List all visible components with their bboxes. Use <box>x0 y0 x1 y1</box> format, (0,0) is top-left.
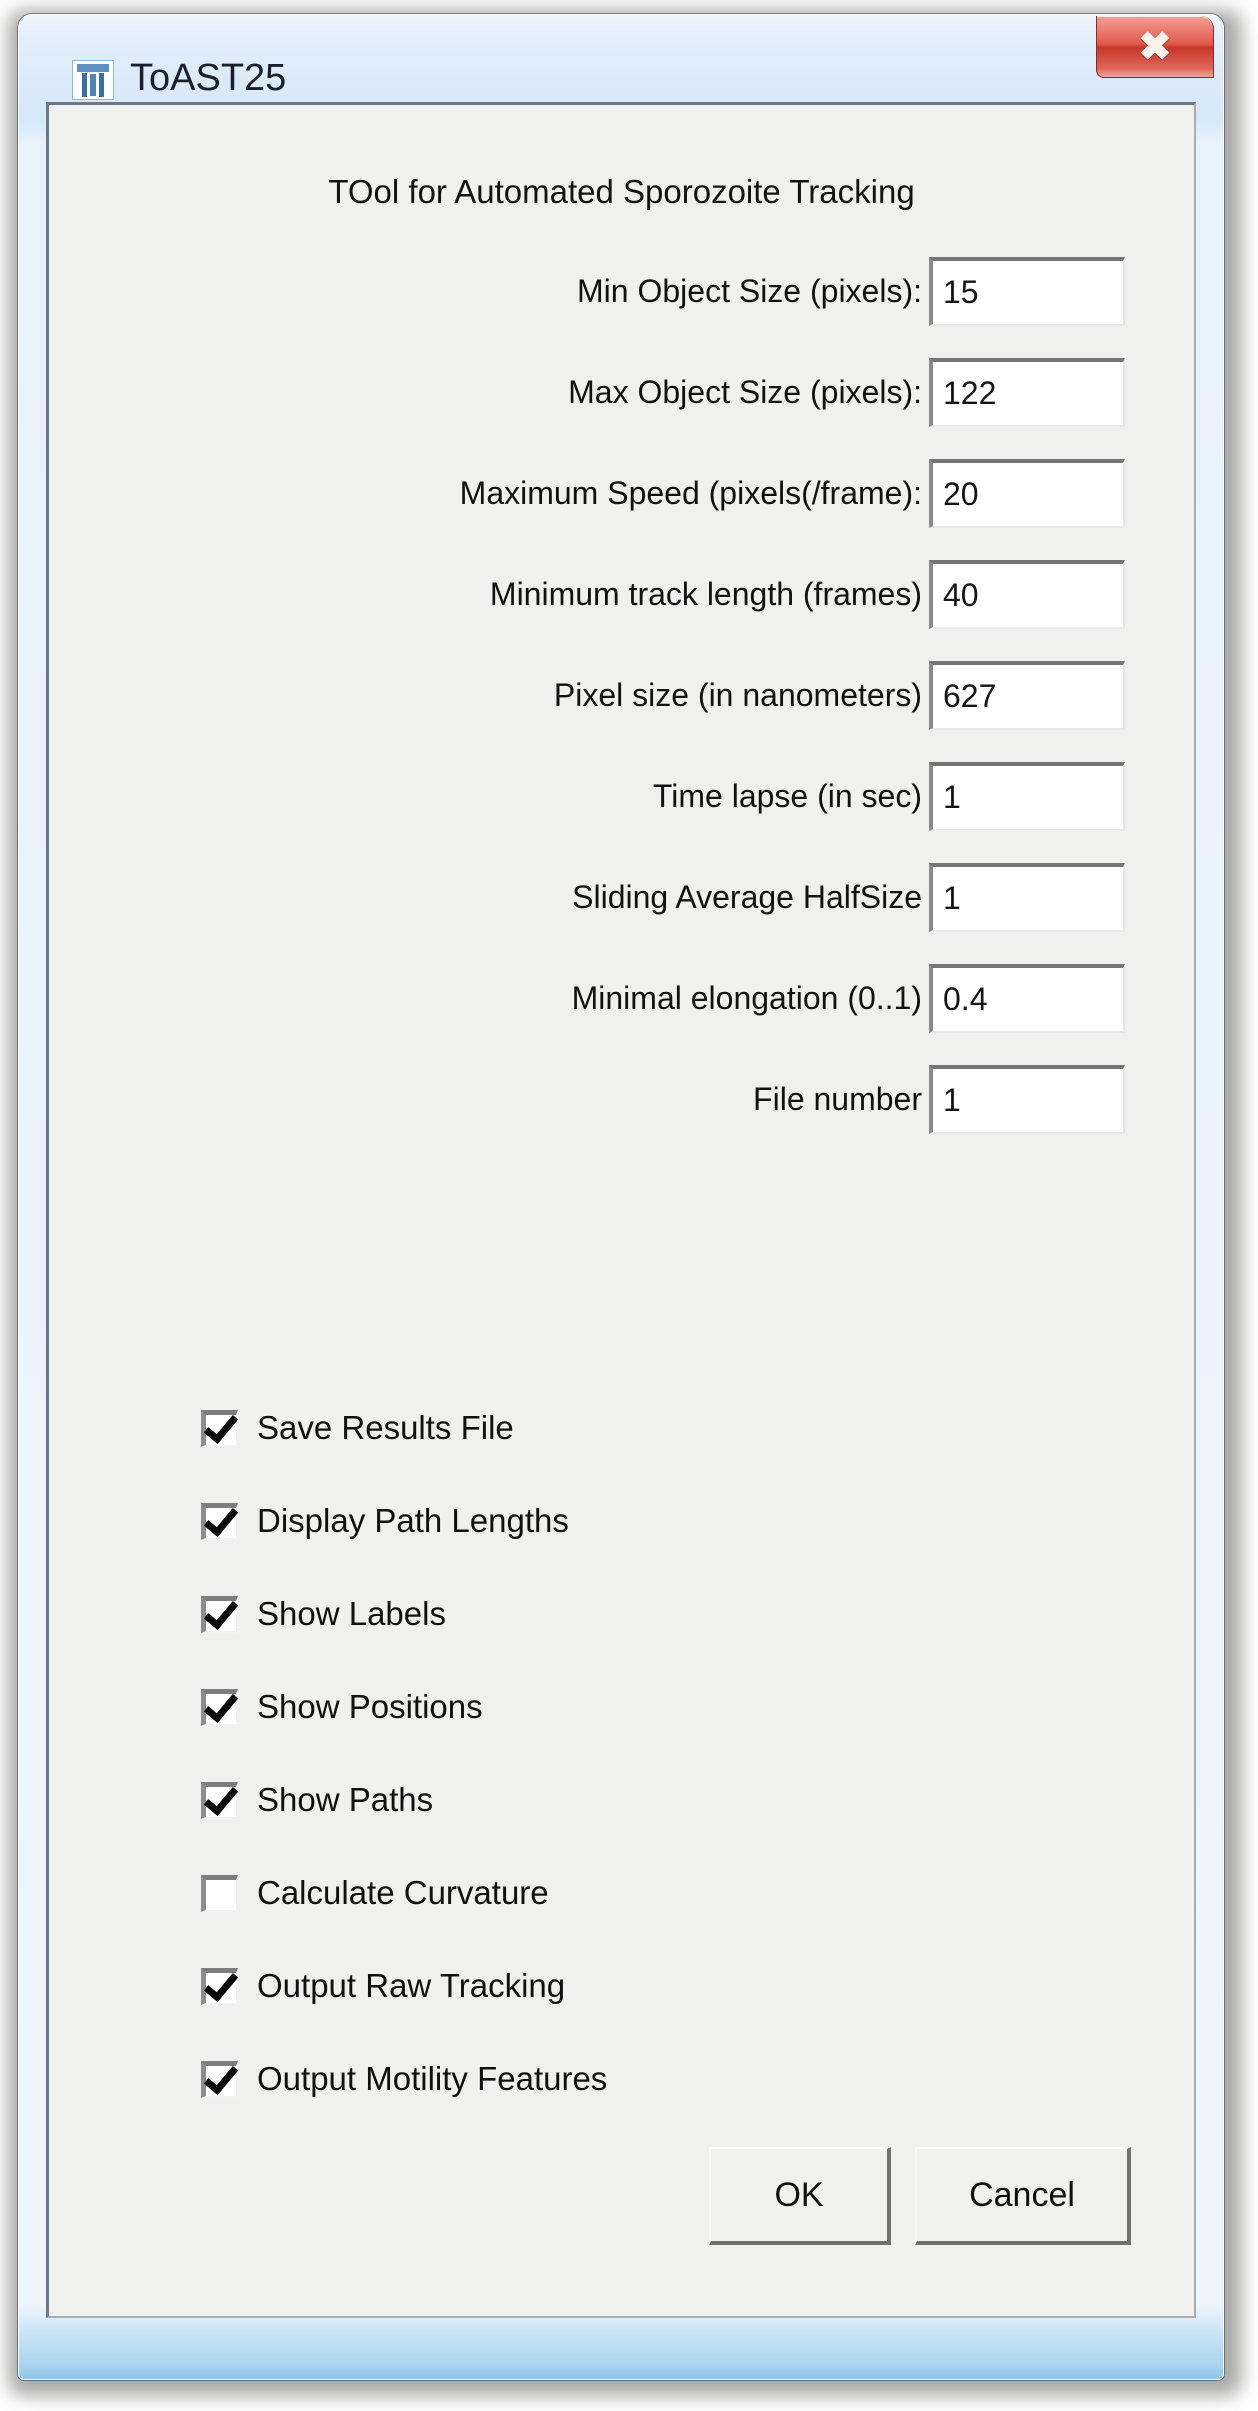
label-pixel-size: Pixel size (in nanometers) <box>553 677 922 713</box>
field-row-pixel-size: Pixel size (in nanometers) <box>49 661 1194 731</box>
field-row-min-object-size: Min Object Size (pixels): <box>49 257 1194 327</box>
window-title: ToAST25 <box>130 57 287 99</box>
empty-checkbox-icon-calculate-curvature[interactable] <box>201 1874 238 1912</box>
input-file-number[interactable] <box>929 1065 1125 1134</box>
close-button[interactable]: ✖ <box>1096 16 1214 78</box>
input-sliding-average-halfsize[interactable] <box>929 863 1125 932</box>
label-minimum-track-length: Minimum track length (frames) <box>489 576 922 612</box>
checkbox-row-show-paths[interactable]: Show Paths <box>201 1769 433 1831</box>
checkmark-icon-save-results-file[interactable] <box>201 1409 238 1447</box>
field-row-sliding-average-halfsize: Sliding Average HalfSize <box>49 863 1194 933</box>
checkbox-row-output-raw-tracking[interactable]: Output Raw Tracking <box>201 1955 565 2017</box>
toast25-dialog-window: ToAST25 ✖ TOol for Automated Sporozoite … <box>18 14 1224 2380</box>
checkbox-row-calculate-curvature[interactable]: Calculate Curvature <box>201 1862 549 1924</box>
input-minimum-track-length[interactable] <box>929 560 1125 629</box>
label-file-number: File number <box>753 1081 922 1117</box>
ok-button[interactable]: OK <box>709 2147 891 2245</box>
label-time-lapse: Time lapse (in sec) <box>652 778 922 814</box>
checkbox-label-show-positions: Show Positions <box>257 1688 483 1725</box>
checkmark-icon-display-path-lengths[interactable] <box>201 1502 238 1540</box>
checkbox-row-save-results-file[interactable]: Save Results File <box>201 1397 514 1459</box>
field-row-time-lapse: Time lapse (in sec) <box>49 762 1194 832</box>
checkmark-icon-show-labels[interactable] <box>201 1595 238 1633</box>
field-row-maximum-speed: Maximum Speed (pixels(/frame): <box>49 459 1194 529</box>
checkbox-label-output-raw-tracking: Output Raw Tracking <box>257 1967 566 2004</box>
dialog-content-panel: TOol for Automated Sporozoite Tracking M… <box>46 102 1196 2318</box>
label-maximum-speed: Maximum Speed (pixels(/frame): <box>459 475 922 511</box>
checkmark-icon-show-paths[interactable] <box>201 1781 238 1819</box>
checkbox-row-output-motility-features[interactable]: Output Motility Features <box>201 2048 607 2110</box>
field-row-minimal-elongation: Minimal elongation (0..1) <box>49 964 1194 1034</box>
checkbox-label-show-labels: Show Labels <box>257 1595 446 1632</box>
checkbox-row-display-path-lengths[interactable]: Display Path Lengths <box>201 1490 569 1552</box>
field-row-max-object-size: Max Object Size (pixels): <box>49 358 1194 428</box>
label-sliding-average-halfsize: Sliding Average HalfSize <box>572 879 922 915</box>
input-pixel-size[interactable] <box>929 661 1125 730</box>
field-row-file-number: File number <box>49 1065 1194 1135</box>
input-time-lapse[interactable] <box>929 762 1125 831</box>
checkbox-label-show-paths: Show Paths <box>257 1781 434 1818</box>
desktop-background: ToAST25 ✖ TOol for Automated Sporozoite … <box>0 0 1258 2411</box>
checkmark-icon-output-motility-features[interactable] <box>201 2060 238 2098</box>
input-maximum-speed[interactable] <box>929 459 1125 528</box>
checkbox-row-show-positions[interactable]: Show Positions <box>201 1676 483 1738</box>
input-minimal-elongation[interactable] <box>929 964 1125 1033</box>
cancel-button[interactable]: Cancel <box>915 2147 1131 2245</box>
input-min-object-size[interactable] <box>929 257 1125 326</box>
input-max-object-size[interactable] <box>929 358 1125 427</box>
form-header-text: TOol for Automated Sporozoite Tracking <box>328 173 915 210</box>
dialog-button-bar: OK Cancel <box>49 2147 1194 2257</box>
checkmark-icon-show-positions[interactable] <box>201 1688 238 1726</box>
checkbox-label-save-results-file: Save Results File <box>257 1409 514 1446</box>
checkbox-label-calculate-curvature: Calculate Curvature <box>257 1874 549 1911</box>
close-icon: ✖ <box>1138 24 1172 69</box>
imagej-microscope-icon <box>72 60 114 100</box>
label-minimal-elongation: Minimal elongation (0..1) <box>571 980 922 1016</box>
checkbox-row-show-labels[interactable]: Show Labels <box>201 1583 446 1645</box>
checkbox-label-display-path-lengths: Display Path Lengths <box>257 1502 569 1539</box>
field-row-minimum-track-length: Minimum track length (frames) <box>49 560 1194 630</box>
label-max-object-size: Max Object Size (pixels): <box>568 374 922 410</box>
checkbox-label-output-motility-features: Output Motility Features <box>257 2060 608 2097</box>
label-min-object-size: Min Object Size (pixels): <box>577 273 922 309</box>
checkmark-icon-output-raw-tracking[interactable] <box>201 1967 238 2005</box>
